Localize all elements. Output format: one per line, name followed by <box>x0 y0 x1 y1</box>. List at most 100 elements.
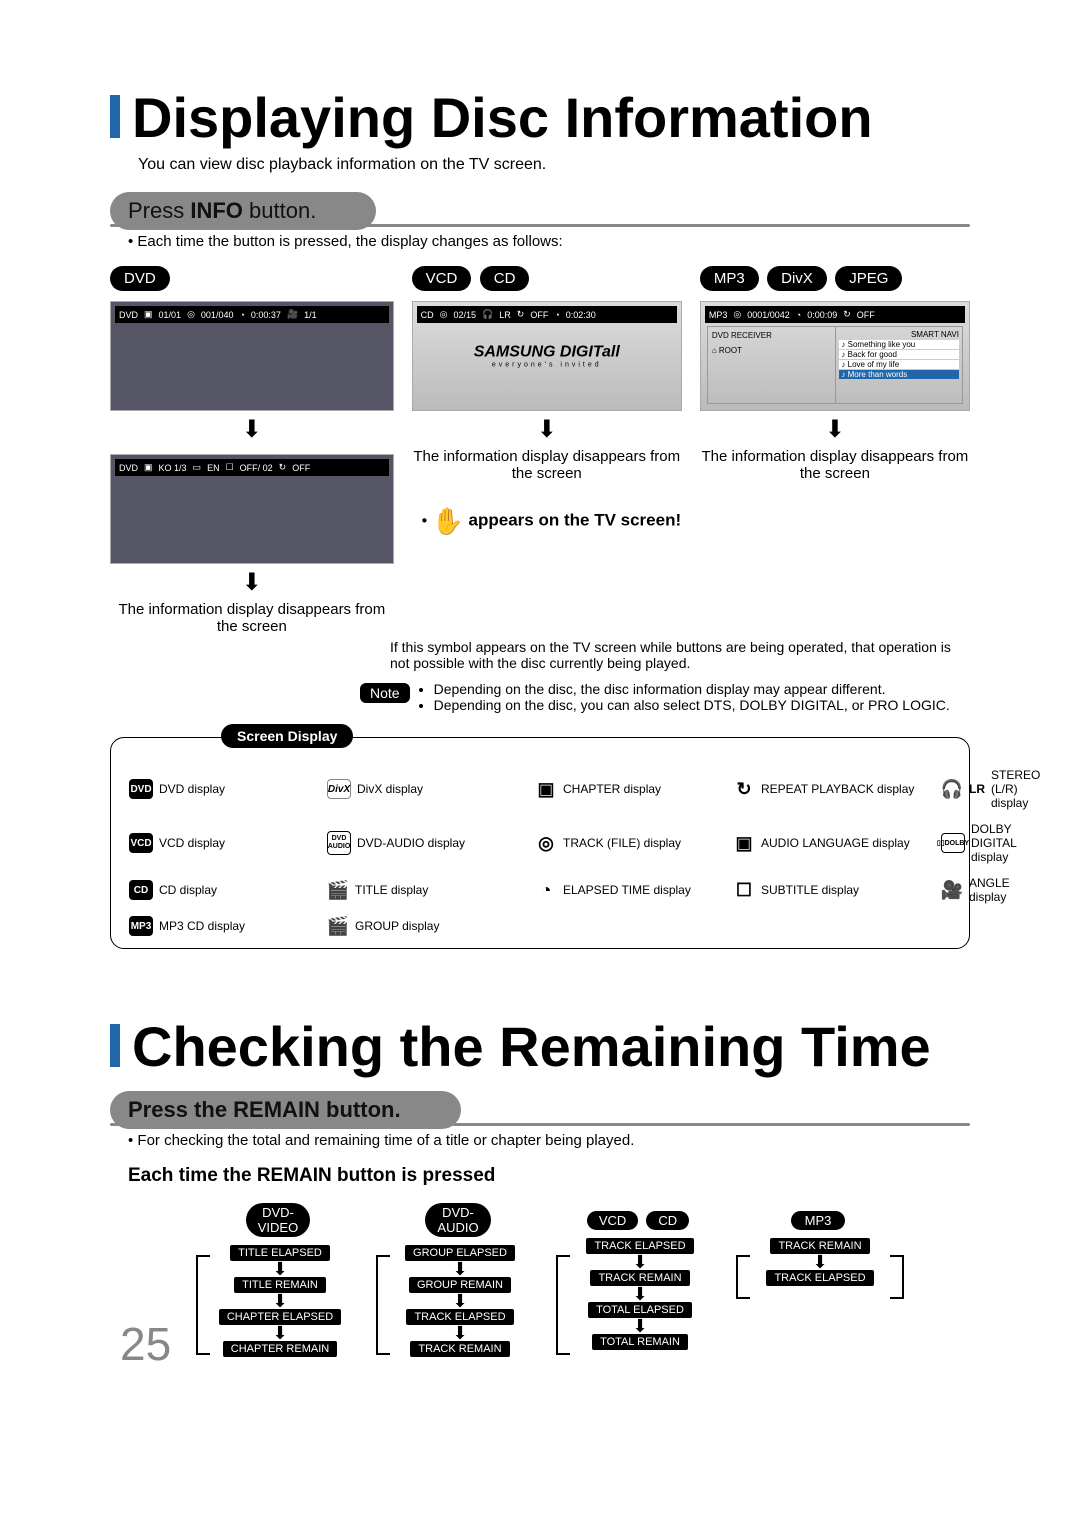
remain-col-mp3: MP3 TRACK REMAIN⬇ TRACK ELAPSED <box>750 1199 890 1357</box>
arrow-down-icon: ⬇ <box>272 1262 287 1276</box>
legend-label: GROUP display <box>355 919 439 933</box>
info-disappear-caption: The information display disappears from … <box>700 448 970 482</box>
mp3-track: ♪ Love of my life <box>839 360 959 369</box>
osd-field: 01/01 <box>159 310 182 320</box>
chip-vcd: VCD <box>587 1211 638 1230</box>
press-remain-label: Press the REMAIN button. <box>128 1097 401 1122</box>
dolby-icon: ▭ <box>193 462 202 473</box>
page-subtitle-1: You can view disc playback information o… <box>138 156 970 174</box>
angle-icon: 🎥 <box>941 881 963 899</box>
arrow-down-icon: ⬇ <box>272 1294 287 1308</box>
mp3-track-name: Love of my life <box>848 360 900 369</box>
arrow-down-icon: ⬇ <box>452 1294 467 1308</box>
osd-field: OFF <box>292 463 310 473</box>
osd-field: EN <box>207 463 220 473</box>
instruction-pill-1: Press INFO button. <box>110 192 376 230</box>
mp3-track-name: Something like you <box>848 340 916 349</box>
hand-icon: ✋ <box>432 506 464 536</box>
track-icon: ◎ <box>733 309 741 320</box>
samsung-logo-text: SAMSUNG DIGITall <box>474 344 620 361</box>
press-post: button. <box>243 198 316 223</box>
track-icon: ◎ <box>187 309 195 320</box>
osd-field: OFF <box>857 310 875 320</box>
note-item: Depending on the disc, you can also sele… <box>434 697 950 713</box>
legend-label: DVD display <box>159 782 225 796</box>
remain-step: TRACK ELAPSED <box>766 1270 873 1286</box>
clock-icon: ◔ <box>535 881 557 899</box>
remain-col-vcd-cd: VCDCD TRACK ELAPSED⬇ TRACK REMAIN⬇ TOTAL… <box>570 1199 710 1357</box>
mp3-track: ♪ Back for good <box>839 350 959 359</box>
arrow-down-icon: ⬇ <box>700 415 970 444</box>
instruction-pill-2: Press the REMAIN button. <box>110 1091 461 1129</box>
repeat-icon: ↻ <box>279 462 287 473</box>
mp3-screen: MP3 ◎0001/0042 ◔0:00:09 ↻OFF DVD RECEIVE… <box>700 301 970 411</box>
arrow-down-icon: ⬇ <box>632 1255 647 1269</box>
osd-field: DVD <box>119 310 138 320</box>
page-number: 25 <box>120 1317 171 1371</box>
osd-dvd-2: DVD ▣KO 1/3 ▭EN ☐OFF/ 02 ↻OFF <box>115 459 389 476</box>
loop-line <box>556 1255 570 1355</box>
osd-field: 1/1 <box>304 310 317 320</box>
dvd-chip-icon: DVD <box>129 779 153 799</box>
mp3-navi-label: SMART NAVI <box>839 330 959 339</box>
mp3-track-name: More than words <box>848 370 908 379</box>
repeat-icon: ↻ <box>517 309 525 320</box>
loop-line <box>196 1255 210 1355</box>
osd-field: 0001/0042 <box>747 310 790 320</box>
dolby-chip-icon: ▯▯DOLBY <box>941 833 965 853</box>
note-chip: Note <box>360 683 410 703</box>
mp3-navigator: DVD RECEIVER ⌂ ROOT SMART NAVI ♪ Somethi… <box>707 326 963 404</box>
cd-screen: CD ◎02/15 🎧LR ↻OFF ◔0:02:30 SAMSUNG DIGI… <box>412 301 682 411</box>
legend-label: DOLBY DIGITAL display <box>971 822 1040 864</box>
arrow-down-icon: ⬇ <box>412 415 682 444</box>
osd-field: MP3 <box>709 310 728 320</box>
press-pre: Press <box>128 198 190 223</box>
chip-dvd: DVD <box>110 266 170 291</box>
chip-cd: CD <box>480 266 530 291</box>
legend-label: AUDIO LANGUAGE display <box>761 836 910 850</box>
page-title-1: Displaying Disc Information <box>110 90 970 146</box>
legend-label: ANGLE display <box>969 876 1040 904</box>
mp3-track: ♪ Something like you <box>839 340 959 349</box>
arrow-down-icon: ⬇ <box>110 568 394 597</box>
repeat-icon: ↻ <box>843 309 851 320</box>
press-bullet-2: • For checking the total and remaining t… <box>128 1132 970 1149</box>
loop-line <box>736 1255 750 1299</box>
chip-jpeg: JPEG <box>835 266 902 291</box>
arrow-down-icon: ⬇ <box>110 415 394 444</box>
chip-mp3: MP3 <box>791 1211 846 1230</box>
osd-mp3: MP3 ◎0001/0042 ◔0:00:09 ↻OFF <box>705 306 965 323</box>
each-press-heading: Each time the REMAIN button is pressed <box>128 1165 970 1187</box>
chip-cd: CD <box>646 1211 689 1230</box>
legend-label: MP3 CD display <box>159 919 245 933</box>
remain-step: CHAPTER REMAIN <box>223 1341 337 1357</box>
dvd-screen-1: DVD ▣01/01 ◎001/040 ◔0:00:37 🎥1/1 <box>110 301 394 411</box>
divx-chip-icon: DivX <box>327 779 351 799</box>
group-icon: 🎬 <box>327 917 349 935</box>
osd-field: 0:02:30 <box>566 310 596 320</box>
tv-note-heading: • ✋ appears on the TV screen! <box>422 506 682 537</box>
note-item: Depending on the disc, the disc informat… <box>434 681 950 697</box>
chapter-icon: ▣ <box>535 780 557 798</box>
dvd-audio-chip-icon: DVDAUDIO <box>327 831 351 855</box>
headphone-icon: 🎧 <box>941 780 963 798</box>
osd-field: 001/040 <box>201 310 234 320</box>
mp3-device-label: DVD RECEIVER <box>712 331 832 340</box>
info-disappear-caption: The information display disappears from … <box>110 601 394 635</box>
title-icon: 🎬 <box>327 881 349 899</box>
subtitle-icon: ☐ <box>733 881 755 899</box>
arrow-down-icon: ⬇ <box>272 1326 287 1340</box>
arrow-down-icon: ⬇ <box>812 1255 827 1269</box>
lr-chip: LR <box>969 782 985 796</box>
press-btn: INFO <box>190 198 243 223</box>
legend-label: CHAPTER display <box>563 782 661 796</box>
osd-field: OFF <box>530 310 548 320</box>
samsung-logo: SAMSUNG DIGITall everyone's invited <box>413 344 681 369</box>
clock-icon: ◔ <box>554 310 559 320</box>
legend-label: TITLE display <box>355 883 428 897</box>
osd-field: 0:00:09 <box>807 310 837 320</box>
audio-lang-icon: ▣ <box>733 834 755 852</box>
headphone-icon: 🎧 <box>482 309 493 320</box>
chip-vcd: VCD <box>412 266 472 291</box>
legend-label: DivX display <box>357 782 423 796</box>
